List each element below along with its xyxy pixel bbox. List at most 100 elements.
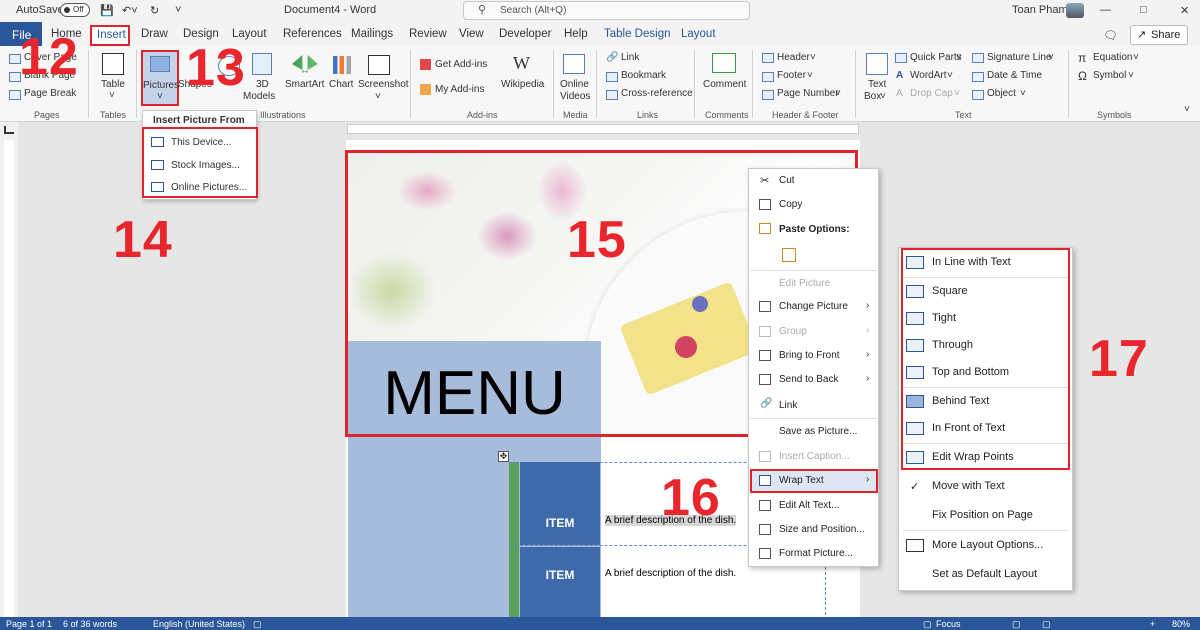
tab-draw[interactable]: Draw <box>141 28 168 40</box>
comment-button[interactable]: Comment <box>703 79 746 90</box>
signature-line-button[interactable]: Signature Line <box>987 52 1052 63</box>
object-dropdown-icon[interactable]: ˅ <box>1020 88 1026 99</box>
avatar[interactable] <box>1066 3 1084 18</box>
undo-icon[interactable]: ↶˅ <box>122 4 138 17</box>
object-button[interactable]: Object <box>987 88 1016 99</box>
zoom-in-icon[interactable]: + <box>1150 619 1155 629</box>
tab-help[interactable]: Help <box>564 28 588 40</box>
screenshot-button[interactable]: Screenshot <box>358 79 409 90</box>
set-default-layout-item[interactable]: Set as Default Layout <box>932 568 1037 580</box>
language[interactable]: English (United States) <box>153 619 245 629</box>
cut-item[interactable]: Cut <box>779 175 795 186</box>
signature-dropdown-icon[interactable]: ˅ <box>1048 52 1054 63</box>
table-move-handle-icon[interactable]: ✥ <box>498 451 509 462</box>
equation-dropdown-icon[interactable]: ˅ <box>1133 52 1139 63</box>
chart-button[interactable]: Chart <box>329 79 353 90</box>
table-row-description[interactable]: A brief description of the dish. <box>605 568 736 579</box>
bookmark-button[interactable]: Bookmark <box>621 70 666 81</box>
edit-alt-text-item[interactable]: Edit Alt Text... <box>779 500 839 511</box>
print-layout-icon[interactable]: ▢ <box>1042 619 1051 630</box>
quick-parts-dropdown-icon[interactable]: ˅ <box>956 52 962 63</box>
tab-selector-icon[interactable] <box>4 126 14 134</box>
symbol-button[interactable]: Symbol <box>1093 70 1126 81</box>
page-number-dropdown-icon[interactable]: ˅ <box>835 88 841 99</box>
tab-insert[interactable]: Insert <box>90 25 130 46</box>
symbol-dropdown-icon[interactable]: ˅ <box>1128 70 1134 81</box>
text-box-button[interactable]: Text <box>868 79 886 90</box>
annotation-number: 12 <box>19 28 79 86</box>
more-layout-options-item[interactable]: More Layout Options... <box>932 539 1043 551</box>
bring-to-front-item[interactable]: Bring to Front <box>779 350 840 361</box>
zoom-level[interactable]: 80% <box>1172 619 1190 629</box>
link-item[interactable]: Link <box>779 400 797 411</box>
header-icon <box>762 53 774 63</box>
maximize-icon[interactable]: □ <box>1140 4 1147 16</box>
tab-insert-label: Insert <box>97 29 126 41</box>
move-with-text-item[interactable]: Move with Text <box>932 480 1005 492</box>
divider <box>88 50 89 118</box>
date-time-button[interactable]: Date & Time <box>987 70 1042 81</box>
tab-developer[interactable]: Developer <box>499 28 551 40</box>
tab-references[interactable]: References <box>283 28 342 40</box>
redo-icon[interactable]: ↻ <box>150 4 159 17</box>
accessibility-icon[interactable]: ▢ <box>253 619 262 630</box>
my-addins-button[interactable]: My Add-ins <box>435 84 484 95</box>
tab-view[interactable]: View <box>459 28 484 40</box>
save-as-picture-item[interactable]: Save as Picture... <box>779 426 857 437</box>
equation-button[interactable]: Equation <box>1093 52 1132 63</box>
3d-models-button[interactable]: 3D <box>256 79 269 90</box>
cross-reference-button[interactable]: Cross-reference <box>621 88 693 99</box>
link-button[interactable]: Link <box>621 52 639 63</box>
smartart-button[interactable]: SmartArt <box>285 79 324 90</box>
tab-review[interactable]: Review <box>409 28 447 40</box>
quick-parts-button[interactable]: Quick Parts <box>910 52 962 63</box>
table-button[interactable]: Table <box>101 79 125 90</box>
screenshot-dropdown-icon[interactable]: ˅ <box>375 91 381 102</box>
focus-button[interactable]: Focus <box>936 619 961 629</box>
page-count[interactable]: Page 1 of 1 <box>6 619 52 629</box>
user-name[interactable]: Toan Pham <box>1012 4 1068 16</box>
get-addins-button[interactable]: Get Add-ins <box>435 59 487 70</box>
footer-button[interactable]: Footer <box>777 70 806 81</box>
page-number-icon <box>762 90 774 100</box>
object-icon <box>972 90 984 100</box>
table-dropdown-icon[interactable]: ˅ <box>109 90 115 101</box>
divider <box>1068 50 1069 118</box>
online-videos-button[interactable]: Online <box>560 79 589 90</box>
chart-icon <box>333 56 351 74</box>
collapse-ribbon-icon[interactable]: ˅ <box>1184 104 1190 115</box>
comments-icon[interactable]: 🗨 <box>1103 28 1118 42</box>
group-comments-label: Comments <box>705 110 749 120</box>
pictures-button[interactable]: Pictures ˅ <box>141 50 179 106</box>
size-position-item[interactable]: Size and Position... <box>779 524 865 535</box>
word-count[interactable]: 6 of 36 words <box>63 619 117 629</box>
search-box[interactable]: ⚲ Search (Alt+Q) <box>463 1 750 20</box>
fix-position-item[interactable]: Fix Position on Page <box>932 509 1033 521</box>
minimize-icon[interactable]: — <box>1100 4 1111 16</box>
paste-keep-format-icon[interactable] <box>782 248 796 262</box>
vertical-ruler[interactable] <box>4 140 14 620</box>
send-to-back-item[interactable]: Send to Back <box>779 374 838 385</box>
autosave-toggle[interactable]: Off <box>60 3 90 17</box>
footer-dropdown-icon[interactable]: ˅ <box>807 70 813 81</box>
header-dropdown-icon[interactable]: ˅ <box>810 52 816 63</box>
copy-item[interactable]: Copy <box>779 199 802 210</box>
save-icon[interactable]: 💾 <box>100 4 114 17</box>
tab-table-design[interactable]: Table Design <box>604 28 670 40</box>
read-mode-icon[interactable]: ▢ <box>1012 619 1021 630</box>
wordart-button[interactable]: WordArt <box>910 70 947 81</box>
horizontal-ruler[interactable] <box>347 124 859 134</box>
format-picture-item[interactable]: Format Picture... <box>779 548 853 559</box>
tab-table-layout[interactable]: Layout <box>681 28 716 40</box>
share-button[interactable]: ↗ Share <box>1130 25 1188 45</box>
header-button[interactable]: Header <box>777 52 810 63</box>
wikipedia-button[interactable]: Wikipedia <box>501 79 544 90</box>
tab-mailings[interactable]: Mailings <box>351 28 393 40</box>
customize-qat-icon[interactable]: ˅ <box>175 4 181 16</box>
wordart-dropdown-icon[interactable]: ˅ <box>947 70 953 81</box>
close-icon[interactable]: ✕ <box>1180 4 1189 17</box>
page-break-button[interactable]: Page Break <box>24 88 76 99</box>
change-picture-item[interactable]: Change Picture <box>779 301 848 312</box>
page-number-button[interactable]: Page Number <box>777 88 839 99</box>
text-box-dropdown-icon[interactable]: ˅ <box>880 91 886 102</box>
